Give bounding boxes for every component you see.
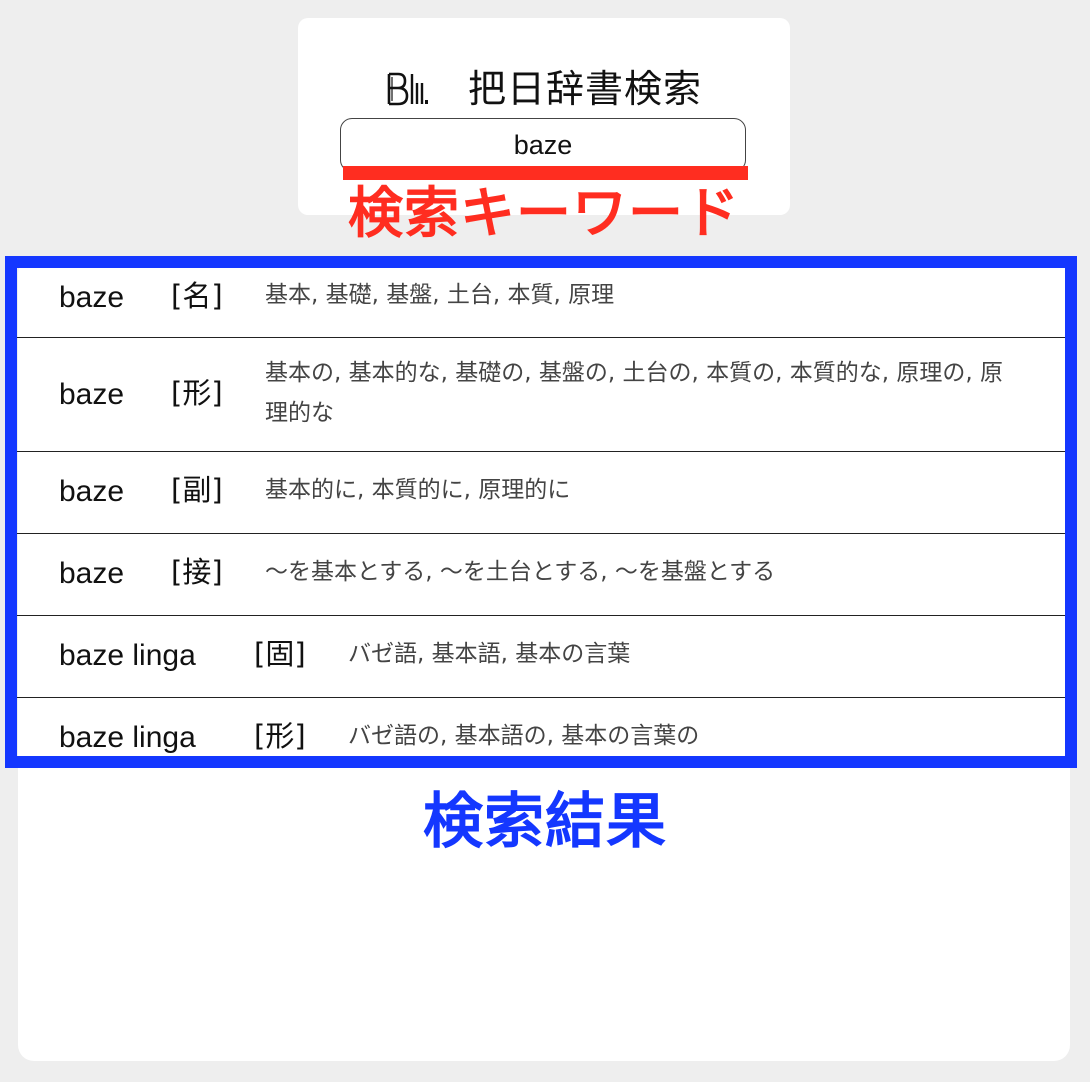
search-keyword-annotation: 検索キーワード <box>347 181 740 245</box>
search-results-annotation: 検索結果 <box>423 787 667 857</box>
app-title: 把日辞書検索 <box>467 67 702 111</box>
search-input[interactable] <box>340 118 746 172</box>
results-highlight-frame <box>5 256 1077 768</box>
bl-logo-icon <box>387 72 428 106</box>
title-row: 把日辞書検索 <box>298 70 790 108</box>
search-highlight-underline <box>343 166 748 180</box>
